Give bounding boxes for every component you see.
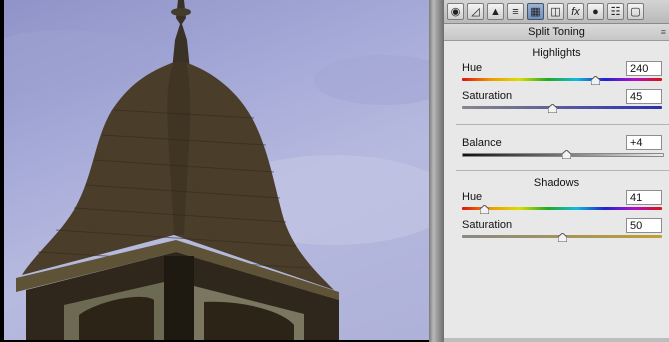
cupola-photo: [4, 0, 429, 340]
shadows-hue-slider[interactable]: [462, 207, 662, 210]
balance-thumb[interactable]: [561, 150, 571, 159]
shadows-hue-label: Hue: [462, 191, 483, 203]
highlights-saturation-input[interactable]: 45: [626, 89, 662, 104]
highlights-saturation-thumb[interactable]: [547, 104, 557, 113]
shadows-hue-thumb[interactable]: [480, 205, 490, 214]
presets-icon[interactable]: ☷: [607, 3, 624, 20]
panel-divider[interactable]: [429, 0, 444, 342]
horizontal-scrollbar[interactable]: [444, 338, 669, 342]
shadows-saturation-label: Saturation: [462, 219, 513, 231]
shadows-saturation-thumb[interactable]: [557, 233, 567, 242]
highlights-saturation-label: Saturation: [462, 90, 513, 102]
tone-curve-icon[interactable]: ◿: [467, 3, 484, 20]
highlights-saturation-slider[interactable]: [462, 106, 662, 109]
hsl-icon[interactable]: ≡: [507, 3, 524, 20]
split-toning-icon[interactable]: ▦: [527, 3, 544, 20]
image-preview[interactable]: [4, 0, 429, 340]
section-divider: [456, 170, 669, 171]
section-divider: [456, 124, 669, 125]
app-window: ◉ ◿ ▲ ≡ ▦ ◫ fx ● ☷ ▢ Split Toning ≡ Highlights Hu…: [0, 0, 669, 342]
panel-toolbar: ◉ ◿ ▲ ≡ ▦ ◫ fx ● ☷ ▢: [444, 0, 669, 24]
lens-corrections-icon[interactable]: ◫: [547, 3, 564, 20]
shadows-heading: Shadows: [533, 177, 580, 189]
highlights-hue-input[interactable]: 240: [626, 61, 662, 76]
snapshots-icon[interactable]: ▢: [627, 3, 644, 20]
panel-menu-icon[interactable]: ≡: [661, 24, 666, 40]
highlights-heading: Highlights: [532, 47, 581, 59]
shadows-saturation-input[interactable]: 50: [626, 218, 662, 233]
highlights-hue-thumb[interactable]: [590, 76, 600, 85]
effects-icon[interactable]: fx: [567, 3, 584, 20]
balance-label: Balance: [462, 137, 502, 149]
camera-calibration-icon[interactable]: ●: [587, 3, 604, 20]
highlights-hue-slider[interactable]: [462, 78, 662, 81]
aperture-icon[interactable]: ◉: [447, 3, 464, 20]
shadows-hue-input[interactable]: 41: [626, 190, 662, 205]
balance-input[interactable]: +4: [626, 135, 662, 150]
detail-icon[interactable]: ▲: [487, 3, 504, 20]
panel-title: Split Toning: [444, 24, 669, 41]
split-toning-panel: ◉ ◿ ▲ ≡ ▦ ◫ fx ● ☷ ▢ Split Toning ≡ Highlights Hu…: [444, 0, 669, 342]
highlights-hue-label: Hue: [462, 62, 483, 74]
